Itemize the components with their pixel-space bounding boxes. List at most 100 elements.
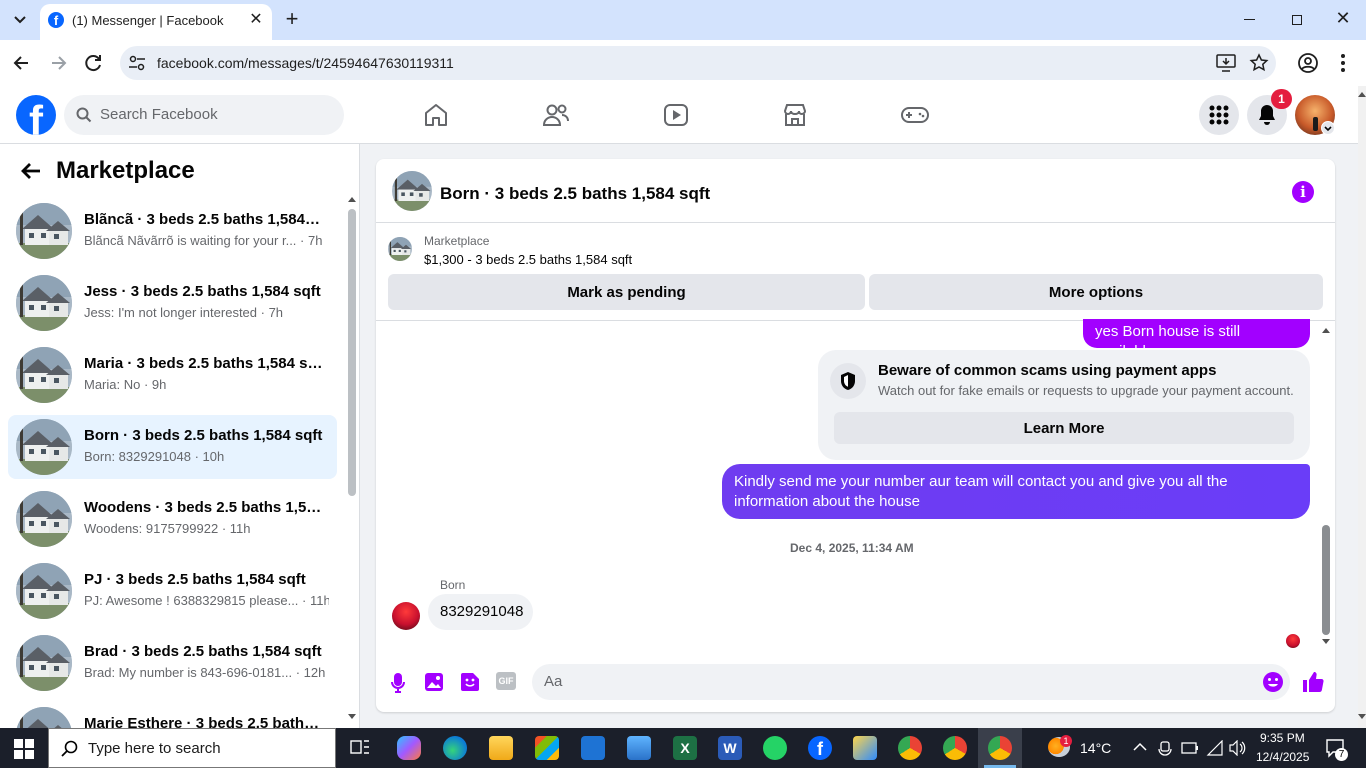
browser-menu-icon[interactable] <box>1338 52 1348 74</box>
mail-icon[interactable] <box>581 736 605 760</box>
conversation-item[interactable]: Jess · 3 beds 2.5 baths 1,584 sqft Jess: … <box>8 271 337 335</box>
grid-menu-icon <box>1209 105 1229 125</box>
clock-date[interactable]: 12/4/2025 <box>1256 750 1309 764</box>
home-icon[interactable] <box>423 102 449 128</box>
browser-tab[interactable]: f (1) Messenger | Facebook ✕ <box>40 4 272 40</box>
wifi-icon[interactable] <box>1206 740 1224 756</box>
conversation-item[interactable]: Woodens · 3 beds 2.5 baths 1,58... Wooden… <box>8 487 337 551</box>
arrow-right-icon <box>52 56 67 70</box>
gif-icon[interactable]: GIF <box>496 672 516 690</box>
sender-avatar[interactable] <box>392 602 420 630</box>
marketplace-icon[interactable] <box>782 102 808 128</box>
account-chevron-icon[interactable] <box>1321 121 1335 135</box>
sender-name: Born <box>440 578 466 592</box>
search-icon <box>61 740 78 757</box>
facebook-app-icon[interactable]: f <box>808 736 832 760</box>
scrollbar-thumb[interactable] <box>1322 525 1330 635</box>
outgoing-message[interactable]: Kindly send me your number aur team will… <box>722 464 1310 519</box>
outgoing-message[interactable]: yes Born house is still available <box>1083 319 1310 360</box>
chrome-profile-1-icon[interactable] <box>898 736 922 760</box>
minimize-button[interactable] <box>1236 10 1264 30</box>
conversation-item[interactable]: PJ · 3 beds 2.5 baths 1,584 sqft PJ: Awes… <box>8 559 337 623</box>
thumbs-up-icon[interactable] <box>1302 671 1324 693</box>
notification-center-badge: 7 <box>1335 748 1348 761</box>
conversation-item[interactable]: Born · 3 beds 2.5 baths 1,584 sqft Born: … <box>8 415 337 479</box>
friends-icon[interactable] <box>542 102 570 128</box>
back-button[interactable] <box>10 52 34 74</box>
microsoft-store-icon[interactable] <box>535 736 559 760</box>
conversation-preview: Blãncã Nãvãrrõ is waiting for your r... … <box>84 233 323 248</box>
new-tab-button[interactable]: + <box>280 8 304 32</box>
listing-thumbnail <box>16 707 72 728</box>
edge-icon[interactable] <box>443 736 467 760</box>
conversation-item[interactable]: Maria · 3 beds 2.5 baths 1,584 sqft Maria… <box>8 343 337 407</box>
volume-icon[interactable] <box>1228 740 1246 756</box>
meet-now-icon[interactable] <box>1157 740 1173 756</box>
bookmark-star-icon[interactable] <box>1249 53 1269 73</box>
incoming-message[interactable]: 8329291048 <box>428 594 533 630</box>
chrome-profile-2-icon[interactable] <box>943 736 967 760</box>
sticker-icon[interactable] <box>460 672 480 692</box>
chat-title[interactable]: Born · 3 beds 2.5 baths 1,584 sqft <box>440 184 710 204</box>
battery-icon[interactable] <box>1181 742 1199 754</box>
task-view-icon[interactable] <box>350 738 370 758</box>
windows-start-icon[interactable] <box>14 739 34 759</box>
back-arrow-icon[interactable] <box>20 161 42 181</box>
menu-button[interactable] <box>1199 95 1239 135</box>
close-window-button[interactable]: ✕ <box>1330 8 1356 32</box>
video-icon[interactable] <box>663 102 689 128</box>
site-settings-icon[interactable] <box>128 55 146 71</box>
messages-scrollbar[interactable] <box>1320 323 1332 649</box>
gaming-icon[interactable] <box>901 104 929 126</box>
tab-title: (1) Messenger | Facebook <box>72 13 224 28</box>
scrollbar-thumb[interactable] <box>348 209 356 496</box>
learn-more-button[interactable]: Learn More <box>834 412 1294 444</box>
listing-thumbnail[interactable] <box>388 237 412 261</box>
excel-icon[interactable]: X <box>673 736 697 760</box>
temperature[interactable]: 14°C <box>1080 740 1111 756</box>
copilot-icon[interactable] <box>397 736 421 760</box>
file-explorer-icon[interactable] <box>489 736 513 760</box>
mark-as-pending-button[interactable]: Mark as pending <box>388 274 865 310</box>
page-scrollbar[interactable] <box>1358 86 1366 728</box>
photos-icon[interactable] <box>627 736 651 760</box>
taskbar-search-input[interactable]: Type here to search <box>48 728 336 768</box>
message-input[interactable]: Aa <box>532 664 1290 700</box>
whatsapp-icon[interactable] <box>763 736 787 760</box>
conversation-item[interactable]: Marie Esthere · 3 beds 2.5 baths ... <box>8 703 337 728</box>
restore-button[interactable] <box>1282 10 1310 30</box>
info-button[interactable]: i <box>1292 181 1314 203</box>
show-hidden-icons-icon[interactable] <box>1133 742 1147 752</box>
install-app-icon[interactable] <box>1216 54 1236 72</box>
address-bar[interactable]: facebook.com/messages/t/2459464763011931… <box>120 46 1276 80</box>
power-automate-icon[interactable] <box>853 736 877 760</box>
clock-time[interactable]: 9:35 PM <box>1260 731 1305 745</box>
facebook-search-input[interactable]: Search Facebook <box>64 95 344 135</box>
emoji-icon[interactable] <box>1262 671 1284 693</box>
conversation-title: Blãncã · 3 beds 2.5 baths 1,584 s... <box>84 211 324 228</box>
photo-icon[interactable] <box>424 672 444 692</box>
search-placeholder: Search Facebook <box>100 106 218 123</box>
tab-search-button[interactable] <box>6 6 34 34</box>
facebook-logo-icon[interactable]: f <box>16 95 56 135</box>
profile-icon[interactable] <box>1297 52 1319 74</box>
more-options-button[interactable]: More options <box>869 274 1323 310</box>
conversation-item[interactable]: Brad · 3 beds 2.5 baths 1,584 sqft Brad: … <box>8 631 337 695</box>
url-text: facebook.com/messages/t/2459464763011931… <box>157 55 454 71</box>
message-timestamp: Dec 4, 2025, 11:34 AM <box>790 541 914 555</box>
reload-button[interactable] <box>82 52 106 74</box>
chrome-active-icon[interactable] <box>988 736 1012 760</box>
listing-thumbnail <box>16 419 72 475</box>
panel-title: Marketplace <box>56 157 195 184</box>
word-icon[interactable]: W <box>718 736 742 760</box>
conversation-list-scrollbar[interactable] <box>347 194 357 728</box>
conversation-item[interactable]: Blãncã · 3 beds 2.5 baths 1,584 s... Blãn… <box>8 199 337 263</box>
microphone-icon[interactable] <box>390 672 406 694</box>
weather-badge: 1 <box>1060 735 1072 747</box>
conversation-title: Woodens · 3 beds 2.5 baths 1,58... <box>84 499 324 516</box>
chat-listing-avatar[interactable] <box>392 171 432 211</box>
listing-detail[interactable]: $1,300 - 3 beds 2.5 baths 1,584 sqft <box>424 252 632 267</box>
forward-button[interactable] <box>46 52 70 74</box>
tab-close-icon[interactable]: ✕ <box>246 10 266 30</box>
message-placeholder: Aa <box>544 673 563 690</box>
